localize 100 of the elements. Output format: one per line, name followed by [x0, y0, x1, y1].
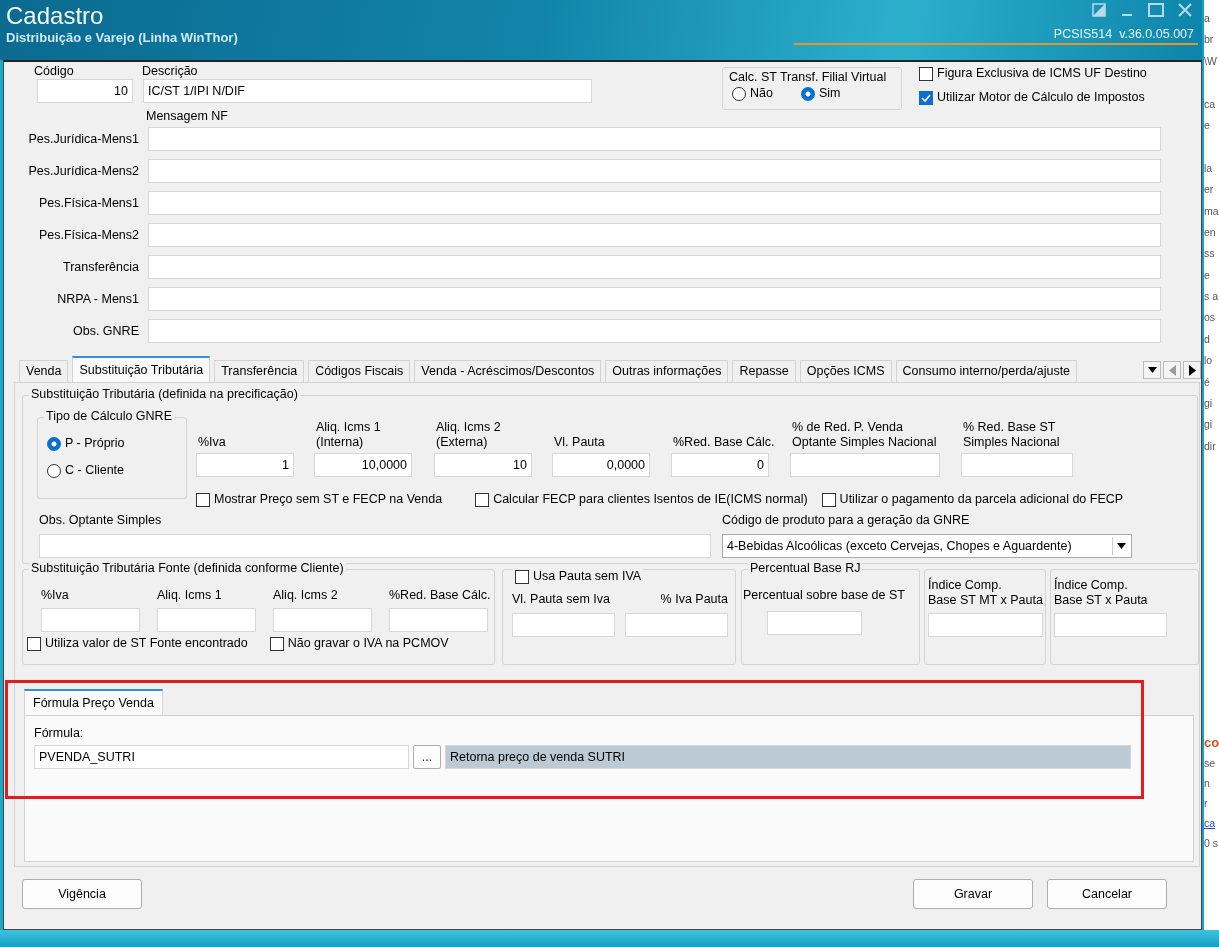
input-field[interactable]: 1	[196, 453, 294, 477]
text-fragment: dir	[1204, 439, 1216, 452]
close-icon[interactable]	[1178, 3, 1192, 17]
checkbox[interactable]	[27, 636, 41, 651]
input-field[interactable]	[512, 613, 615, 637]
field-label: Pes.Física-Mens1	[37, 195, 139, 211]
field-label: Vl. Pauta	[554, 435, 605, 450]
text-fragment: ca	[1204, 97, 1216, 110]
input-field[interactable]	[148, 255, 1161, 279]
text-fragment: gi	[1204, 397, 1213, 410]
input-field[interactable]	[961, 453, 1073, 477]
input-field[interactable]	[767, 611, 862, 635]
radio-button[interactable]	[732, 86, 746, 101]
checkbox[interactable]	[196, 492, 210, 507]
checkbox-label: Mostrar Preço sem ST e FECP na Venda	[214, 492, 443, 507]
group-title: Substituição Tributária (definida na precificação)	[29, 387, 300, 402]
dropdown-button[interactable]	[1143, 361, 1161, 379]
input-field[interactable]: PVENDA_SUTRI	[34, 745, 409, 769]
text-fragment: ss	[1204, 247, 1215, 260]
text-fragment: é	[1204, 375, 1210, 388]
field-label: Aliq. Icms 2	[273, 588, 339, 603]
input-field[interactable]: IC/ST 1/IPI N/DIF	[143, 79, 592, 103]
checkbox[interactable]	[269, 636, 284, 651]
field-label: Pes.Jurídica-Mens1	[27, 131, 139, 147]
input-field[interactable]: Retorna preço de venda SUTRI	[445, 745, 1131, 769]
select-field[interactable]: 4-Bebidas Alcoólicas (exceto Cervejas, Chopes e Aguardente)	[722, 534, 1132, 558]
input-field[interactable]: 10	[434, 453, 532, 477]
window-subtitle: Distribuição e Varejo (Linha WinThor)	[6, 30, 238, 46]
input-field[interactable]: 10	[37, 79, 133, 103]
input-field[interactable]	[273, 608, 372, 632]
action-button[interactable]: Gravar	[913, 879, 1033, 909]
text-fragment: co	[1204, 735, 1219, 751]
field-label: % Red. Base ST Simples Nacional	[963, 420, 1060, 450]
tab[interactable]: Consumo interno/perda/ajuste	[895, 360, 1078, 382]
text-fragment: d	[1204, 332, 1210, 345]
checkbox[interactable]	[919, 66, 933, 81]
text-fragment: s a	[1204, 290, 1218, 303]
text-fragment: br	[1204, 33, 1214, 46]
action-button[interactable]: Cancelar	[1047, 879, 1167, 909]
text-fragment: se	[1204, 757, 1216, 770]
tab[interactable]: Venda	[19, 360, 69, 382]
field-label: Fórmula:	[34, 726, 85, 741]
input-field[interactable]	[39, 534, 711, 558]
checkbox-label: Utilizar o pagamento da parcela adicional do FECP	[839, 492, 1124, 507]
browse-button[interactable]: ...	[413, 745, 441, 769]
text-fragment: a	[1204, 12, 1210, 24]
checkbox-label: Utiliza valor de ST Fonte encontrado	[45, 636, 248, 651]
action-button[interactable]: Vigência	[22, 879, 142, 909]
input-field[interactable]	[148, 191, 1161, 215]
input-field[interactable]: 10,0000	[314, 453, 412, 477]
input-field[interactable]: 0,0000	[552, 453, 650, 477]
input-field[interactable]	[790, 453, 940, 477]
field-label: %Red. Base Cálc.	[673, 435, 775, 450]
field-label: Aliq. Icms 1 (Interna)	[316, 420, 381, 450]
input-field[interactable]	[1054, 613, 1167, 637]
checkbox[interactable]	[919, 90, 933, 105]
field-label: Vl. Pauta sem Iva	[512, 592, 611, 607]
radio-button[interactable]	[800, 86, 815, 101]
field-label: %Red. Base Cálc.	[389, 588, 488, 603]
field-label: Descrição	[142, 64, 199, 79]
radio-label: Sim	[818, 86, 841, 101]
tab[interactable]: Códigos Fiscais	[308, 360, 411, 382]
text-fragment: en	[1204, 225, 1216, 238]
input-field[interactable]	[148, 127, 1161, 151]
radio-button[interactable]	[47, 463, 61, 478]
text-fragment: r	[1204, 797, 1208, 810]
tab[interactable]: Repasse	[732, 360, 796, 382]
input-field[interactable]	[928, 613, 1043, 637]
checkbox-label: Usa Pauta sem IVA	[533, 569, 642, 584]
tab[interactable]: Fórmula Preço Venda	[24, 689, 163, 715]
input-field[interactable]	[148, 223, 1161, 247]
tab[interactable]: Outras informações	[605, 360, 729, 382]
tab[interactable]: Substituição Tributária	[72, 356, 211, 382]
input-field[interactable]	[41, 608, 140, 632]
tab-scroll-button[interactable]	[1183, 361, 1201, 379]
tab[interactable]: Opções ICMS	[799, 360, 892, 382]
radio-label: Não	[750, 86, 773, 101]
link[interactable]: ca	[1204, 817, 1216, 830]
input-field[interactable]	[148, 319, 1161, 343]
input-field[interactable]: 0	[671, 453, 769, 477]
radio-label: P - Próprio	[65, 436, 125, 451]
checkbox[interactable]	[475, 492, 490, 507]
tab[interactable]: Transferência	[214, 360, 305, 382]
checkbox[interactable]	[821, 492, 836, 507]
text-fragment: er	[1204, 183, 1214, 196]
field-label: Aliq. Icms 2 (Externa)	[436, 420, 501, 450]
checkbox[interactable]	[515, 569, 529, 584]
input-field[interactable]	[389, 608, 488, 632]
input-field[interactable]	[157, 608, 256, 632]
tab[interactable]: Venda - Acréscimos/Descontos	[414, 360, 602, 382]
input-field[interactable]	[148, 159, 1161, 183]
input-field[interactable]	[625, 613, 728, 637]
maximize-icon[interactable]	[1148, 3, 1164, 17]
field-label: Índice Comp. Base ST x Pauta	[1054, 578, 1149, 608]
text-fragment: la	[1204, 161, 1213, 174]
restore-icon[interactable]	[1092, 3, 1106, 17]
text-fragment: gi	[1204, 418, 1213, 431]
caret-icon	[1147, 367, 1157, 373]
input-field[interactable]	[148, 287, 1161, 311]
radio-button[interactable]	[47, 436, 61, 451]
